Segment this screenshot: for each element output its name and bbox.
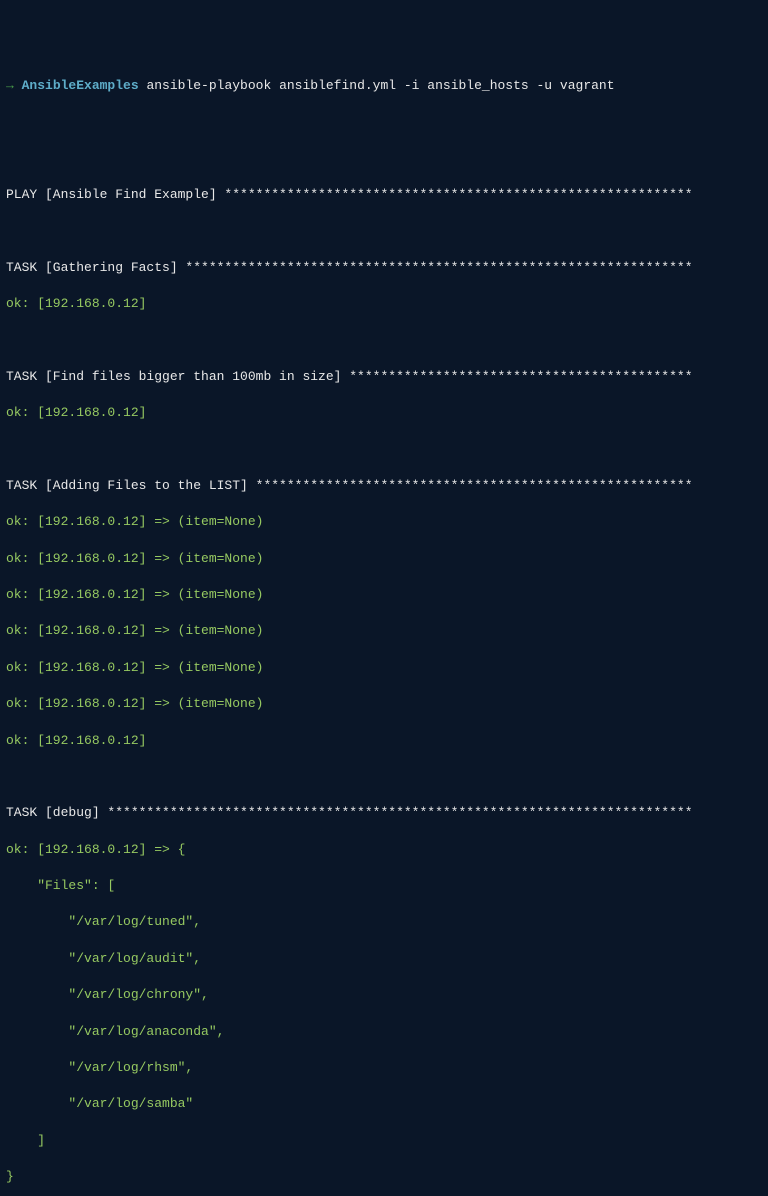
task-debug-close-bracket: ] [6, 1132, 762, 1150]
task-adding-files-ok-3: ok: [192.168.0.12] => (item=None) [6, 586, 762, 604]
task-find-files-header: TASK [Find files bigger than 100mb in si… [6, 368, 762, 386]
task-adding-files-ok-5: ok: [192.168.0.12] => (item=None) [6, 659, 762, 677]
task-debug-header: TASK [debug] ***************************… [6, 804, 762, 822]
task-adding-files-ok-4: ok: [192.168.0.12] => (item=None) [6, 622, 762, 640]
task-debug-close-brace: } [6, 1168, 762, 1186]
task-debug-file-4: "/var/log/anaconda", [6, 1023, 762, 1041]
task-adding-files-ok-7: ok: [192.168.0.12] [6, 732, 762, 750]
task-gathering-facts-ok: ok: [192.168.0.12] [6, 295, 762, 313]
task-adding-files-ok-2: ok: [192.168.0.12] => (item=None) [6, 550, 762, 568]
task-debug-file-1: "/var/log/tuned", [6, 913, 762, 931]
task-debug-file-2: "/var/log/audit", [6, 950, 762, 968]
prompt-directory: AnsibleExamples [22, 78, 139, 93]
task-debug-files-key: "Files": [ [6, 877, 762, 895]
task-debug-file-3: "/var/log/chrony", [6, 986, 762, 1004]
task-debug-file-6: "/var/log/samba" [6, 1095, 762, 1113]
task-find-files-ok: ok: [192.168.0.12] [6, 404, 762, 422]
task-debug-file-5: "/var/log/rhsm", [6, 1059, 762, 1077]
task-adding-files-header: TASK [Adding Files to the LIST] ********… [6, 477, 762, 495]
prompt-line: → AnsibleExamples ansible-playbook ansib… [6, 77, 762, 95]
task-adding-files-ok-6: ok: [192.168.0.12] => (item=None) [6, 695, 762, 713]
task-adding-files-ok-1: ok: [192.168.0.12] => (item=None) [6, 513, 762, 531]
play-header: PLAY [Ansible Find Example] ************… [6, 186, 762, 204]
command-text: ansible-playbook ansiblefind.yml -i ansi… [139, 78, 615, 93]
prompt-arrow-icon: → [6, 78, 22, 93]
task-gathering-facts-header: TASK [Gathering Facts] *****************… [6, 259, 762, 277]
task-debug-ok-open: ok: [192.168.0.12] => { [6, 841, 762, 859]
